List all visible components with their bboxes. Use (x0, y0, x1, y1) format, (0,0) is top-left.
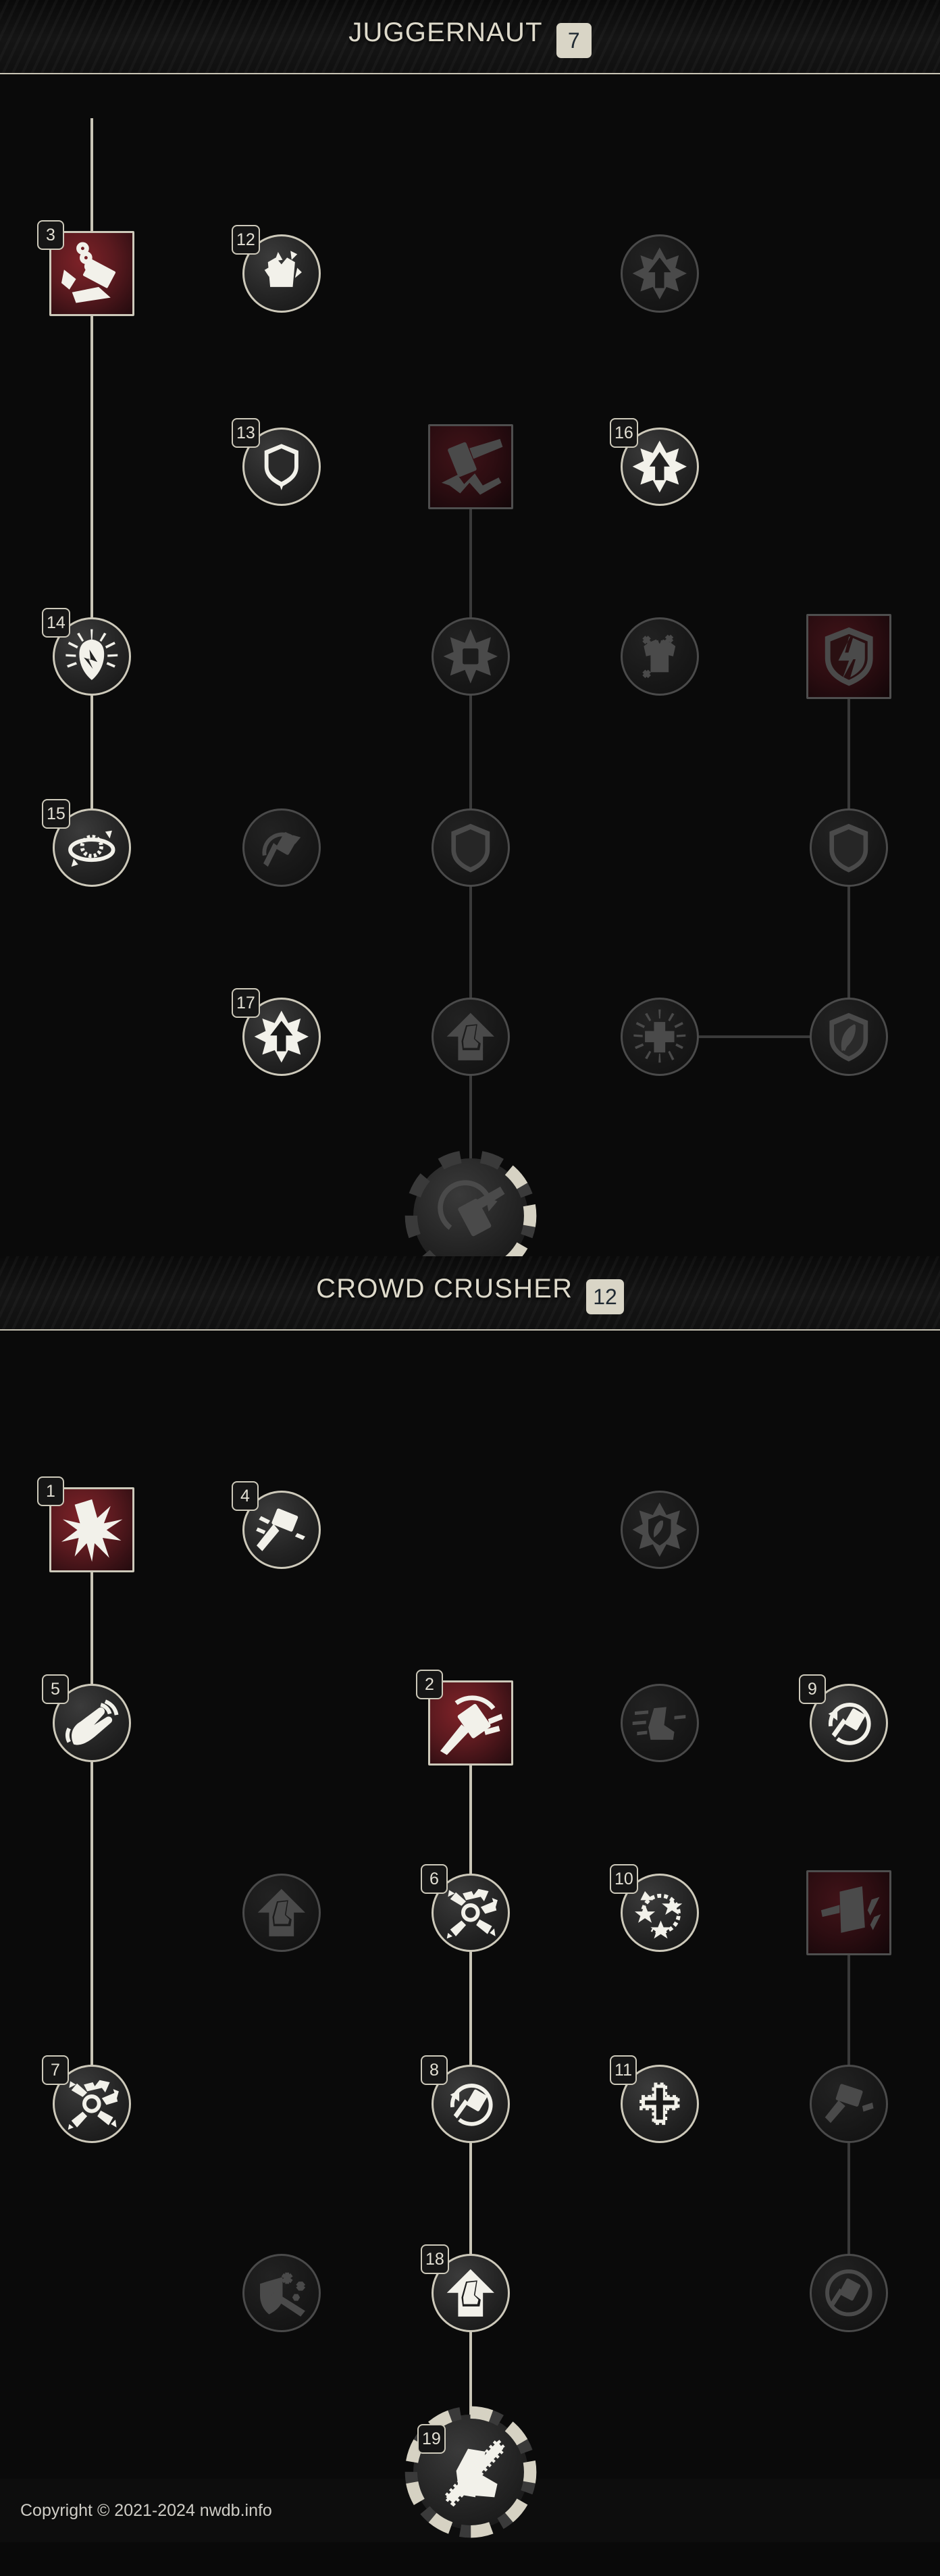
frost-shield-axe-icon (242, 2254, 321, 2332)
skill-node-hammer-crack-locked[interactable] (428, 424, 513, 509)
boot-up-arrow-icon (242, 1874, 321, 1952)
skill-rank-badge: 8 (421, 2055, 448, 2085)
hammer-strike-icon (806, 1870, 891, 1955)
tree-body-juggernaut: 3 12 13 16 14 15 17 (0, 74, 940, 1282)
skill-node-burst-out-arrows-rank-7[interactable]: 7 (42, 2055, 131, 2143)
tree-points-badge: 12 (586, 1279, 624, 1315)
skill-node-swift-boot-locked[interactable] (621, 1684, 699, 1762)
skill-rank-badge: 12 (232, 225, 260, 255)
skill-node-burst-out-arrows-rank-6[interactable]: 6 (421, 1864, 510, 1952)
skill-node-hammer-slam-locked[interactable] (810, 2065, 888, 2143)
tree-title-crowd-crusher: CROWD CRUSHER 12 (316, 1273, 624, 1315)
skill-rank-badge: 9 (799, 1674, 826, 1704)
copyright-text: Copyright © 2021-2024 nwdb.info (20, 2500, 272, 2520)
skill-rank-badge: 4 (232, 1481, 259, 1511)
tree-title-text: JUGGERNAUT (348, 17, 543, 47)
burst-up-arrow-icon (621, 234, 699, 313)
skill-node-hammer-swing-rank-4[interactable]: 4 (232, 1481, 321, 1569)
radiant-cross-icon (621, 998, 699, 1076)
skill-node-wrecking-ball-rank-3[interactable]: 3 (37, 220, 134, 316)
skill-node-burst-star-locked[interactable] (432, 617, 510, 696)
node-layer-crowd-crusher: 1 4 5 2 9 6 10 7 8 11 18 19 (0, 1331, 940, 2538)
skill-node-hammer-cycle-rank-9[interactable]: 9 (799, 1674, 888, 1762)
skill-node-stars-cycle-rank-10[interactable]: 10 (610, 1864, 699, 1952)
skill-node-shield-down-arrow-rank-13[interactable]: 13 (232, 418, 321, 506)
boot-up-arrow-icon (432, 998, 510, 1076)
skill-node-shield-crest-locked[interactable] (810, 808, 888, 887)
swift-boot-icon (621, 1684, 699, 1762)
skill-node-burst-up-arrow-rank-17[interactable]: 17 (232, 988, 321, 1076)
hammer-arc-icon (242, 808, 321, 887)
burst-shield-icon (621, 1491, 699, 1569)
skill-node-burst-up-arrow-locked[interactable] (621, 234, 699, 313)
skill-node-reaching-hand-rank-5[interactable]: 5 (42, 1674, 131, 1762)
skill-rank-badge: 11 (610, 2055, 637, 2085)
skill-node-burst-shield-locked[interactable] (621, 1491, 699, 1569)
skill-node-star-up-arrow-rank-16[interactable]: 16 (610, 418, 699, 506)
broken-shield-icon (806, 614, 891, 699)
skill-rank-badge: 13 (232, 418, 260, 448)
skill-node-boot-up-arrow-rank-18[interactable]: 18 (421, 2244, 510, 2332)
skill-node-broken-shield-locked[interactable] (806, 614, 891, 699)
skill-node-chest-armor-locked[interactable] (621, 617, 699, 696)
skill-node-impact-burst-rank-1[interactable]: 1 (37, 1476, 134, 1572)
burst-star-icon (432, 617, 510, 696)
skill-node-hammer-cycle-rank-8[interactable]: 8 (421, 2055, 510, 2143)
tree-header-crowd-crusher: CROWD CRUSHER 12 (0, 1256, 940, 1331)
node-layer-juggernaut: 3 12 13 16 14 15 17 (0, 74, 940, 1282)
tree-header-juggernaut: JUGGERNAUT 7 (0, 0, 940, 74)
skill-rank-badge: 18 (421, 2244, 449, 2274)
skill-node-shattered-armor-rank-12[interactable]: 12 (232, 225, 321, 313)
feather-shield-icon (810, 998, 888, 1076)
skill-rank-badge: 5 (42, 1674, 69, 1704)
hammer-circle-icon (810, 2254, 888, 2332)
skill-tree-page: JUGGERNAUT 7 3 12 13 16 14 15 17 CROWD CRUSHER 1… (0, 0, 940, 2542)
skill-node-shield-crest-locked[interactable] (432, 808, 510, 887)
shield-crest-icon (810, 808, 888, 887)
tree-body-crowd-crusher: 1 4 5 2 9 6 10 7 8 11 18 19 (0, 1331, 940, 2538)
skill-rank-badge: 7 (42, 2055, 69, 2085)
skill-node-boot-strike-rank-19[interactable]: 19 (404, 2406, 537, 2538)
chest-armor-icon (621, 617, 699, 696)
skill-node-radiant-cross-locked[interactable] (621, 998, 699, 1076)
tree-title-juggernaut: JUGGERNAUT 7 (348, 17, 592, 59)
skill-node-orbit-ring-rank-15[interactable]: 15 (42, 799, 131, 887)
skill-node-boot-up-arrow-locked[interactable] (242, 1874, 321, 1952)
skill-node-feather-shield-locked[interactable] (810, 998, 888, 1076)
skill-rank-badge: 15 (42, 799, 70, 829)
skill-node-boot-up-arrow-locked[interactable] (432, 998, 510, 1076)
hammer-slam-icon (810, 2065, 888, 2143)
skill-node-hammer-arc-locked[interactable] (242, 808, 321, 887)
tree-points-badge: 7 (556, 23, 592, 59)
hammer-crack-icon (428, 424, 513, 509)
skill-rank-badge: 6 (421, 1864, 448, 1894)
skill-rank-badge: 3 (37, 220, 64, 250)
skill-rank-badge: 10 (610, 1864, 638, 1894)
skill-rank-badge: 19 (417, 2424, 446, 2454)
skill-node-dashed-cross-rank-11[interactable]: 11 (610, 2055, 699, 2143)
tree-title-text: CROWD CRUSHER (316, 1273, 573, 1304)
skill-node-radiant-shield-rank-14[interactable]: 14 (42, 608, 131, 696)
skill-rank-badge: 17 (232, 988, 260, 1018)
skill-node-hammer-strike-locked[interactable] (806, 1870, 891, 1955)
skill-rank-badge: 1 (37, 1476, 64, 1506)
skill-node-hammer-circle-locked[interactable] (810, 2254, 888, 2332)
skill-rank-badge: 16 (610, 418, 638, 448)
skill-rank-badge: 14 (42, 608, 70, 638)
skill-node-frost-shield-axe-locked[interactable] (242, 2254, 321, 2332)
skill-rank-badge: 2 (416, 1670, 443, 1699)
shield-crest-icon (432, 808, 510, 887)
skill-node-hammer-throw-rank-2[interactable]: 2 (416, 1670, 513, 1766)
